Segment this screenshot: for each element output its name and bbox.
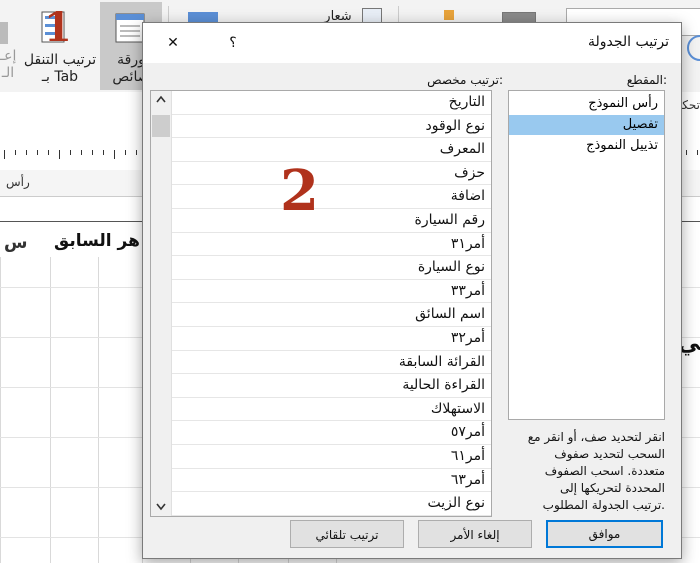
dialog-titlebar: ✕ ؟ ترتيب الجدولة <box>143 23 681 63</box>
section-item[interactable]: تفصيل <box>509 115 664 135</box>
field-row[interactable]: أمر٦١ <box>172 445 491 469</box>
field-list-scrollbar[interactable] <box>151 91 172 516</box>
ruler-tick <box>686 150 687 155</box>
ruler-tick <box>81 150 82 155</box>
field-row[interactable]: أمر٦٣ <box>172 469 491 493</box>
help-text-line: متعددة. اسحب الصفوف <box>544 464 665 478</box>
field-row[interactable]: المعرف <box>172 138 491 162</box>
ruler-tick <box>136 150 137 155</box>
grid-line <box>50 257 51 563</box>
dialog-title: ترتيب الجدولة <box>587 34 669 50</box>
custom-order-label: ترتيب مخصص: <box>427 73 503 87</box>
prev-month-label[interactable]: هر السابق <box>54 231 140 251</box>
help-text: انقر لتحديد صف، أو انقر مع السحب لتحديد ص… <box>503 429 665 514</box>
ruler-tick <box>697 150 698 155</box>
field-row[interactable]: اضافة <box>172 185 491 209</box>
section-item[interactable]: تذييل النموذج <box>509 136 664 156</box>
close-icon: ✕ <box>167 35 179 51</box>
tab-order-dialog: ✕ ؟ ترتيب الجدولة المقطع: ترتيب مخصص: رأ… <box>142 22 682 559</box>
annotation-1: 1 <box>44 4 72 51</box>
ruler-tick <box>37 150 38 155</box>
section-listbox[interactable]: رأس النموذج تفصيل تذييل النموذج <box>508 90 665 420</box>
ruler-tick <box>125 150 126 155</box>
help-button[interactable]: ؟ <box>207 23 259 63</box>
field-row[interactable]: اسم السائق <box>172 303 491 327</box>
field-row[interactable]: القراءة الحالية <box>172 374 491 398</box>
field-row[interactable]: رقم السيارة <box>172 209 491 233</box>
ruler-tick <box>4 150 5 159</box>
grid-line <box>0 257 1 563</box>
scroll-down-icon[interactable] <box>151 496 171 516</box>
tab-order-button[interactable]: ترتيب التنقل بـ Tab <box>20 52 100 86</box>
field-row[interactable]: الاستهلاك <box>172 398 491 422</box>
field-row[interactable]: نوع الوقود <box>172 115 491 139</box>
close-button[interactable]: ✕ <box>147 23 199 63</box>
section-item[interactable]: رأس النموذج <box>509 94 664 114</box>
section-bar-label: رأس <box>6 175 30 189</box>
ruler-tick <box>92 150 93 155</box>
scroll-thumb[interactable] <box>152 115 170 137</box>
ruler-tick <box>103 150 104 155</box>
gear-icon <box>0 22 8 44</box>
field-row[interactable]: أمر٣٢ <box>172 327 491 351</box>
ruler-tick <box>59 150 60 159</box>
annotation-2: 2 <box>280 158 319 224</box>
field-row[interactable]: نوع السيارة <box>172 256 491 280</box>
auto-order-button[interactable]: ترتيب تلقائي <box>290 520 404 548</box>
cancel-button[interactable]: إلغاء الأمر <box>418 520 532 548</box>
custom-order-listbox[interactable]: التاريخ نوع الوقود المعرف حزف اضافة رقم السيا… <box>150 90 492 517</box>
ribbon-partial-left[interactable]: إعـ الـ <box>0 48 16 82</box>
help-text-line: انقر لتحديد صف، أو انقر مع <box>527 430 665 444</box>
field-row[interactable]: التاريخ <box>172 91 491 115</box>
field-row[interactable]: أمر٣٣ <box>172 280 491 304</box>
help-text-line: السحب لتحديد صفوف <box>554 447 665 461</box>
help-text-line: المحددة لتحريكها إلى <box>559 481 665 495</box>
help-text-line: ترتيب الجدولة المطلوب. <box>542 498 665 512</box>
tab-order-line2: بـ Tab <box>41 69 79 85</box>
field-row[interactable]: نوع الزيت <box>172 492 491 516</box>
field-row[interactable]: أمر٥٧ <box>172 421 491 445</box>
grid-line <box>98 257 99 563</box>
field-rows: التاريخ نوع الوقود المعرف حزف اضافة رقم السيا… <box>172 91 491 516</box>
ruler-tick <box>15 150 16 155</box>
field-row[interactable]: حزف <box>172 162 491 186</box>
ribbon-partial-left-line1: إعـ <box>0 48 17 64</box>
ruler-tick <box>26 150 27 155</box>
field-row[interactable]: أمر٣١ <box>172 233 491 257</box>
ruler-tick <box>48 150 49 155</box>
ruler-tick <box>114 150 115 159</box>
scroll-up-icon[interactable] <box>151 91 171 111</box>
section-label: المقطع: <box>626 73 667 87</box>
field-row[interactable]: القرائة السابقة <box>172 351 491 375</box>
ruler-tick <box>70 150 71 155</box>
globe-icon <box>684 34 700 64</box>
ribbon-partial-left-line2: الـ <box>1 65 15 81</box>
report-partial-left: س <box>4 233 28 253</box>
ok-button[interactable]: موافق <box>546 520 663 548</box>
help-icon: ؟ <box>229 35 237 51</box>
tab-order-line1: ترتيب التنقل <box>23 52 97 68</box>
